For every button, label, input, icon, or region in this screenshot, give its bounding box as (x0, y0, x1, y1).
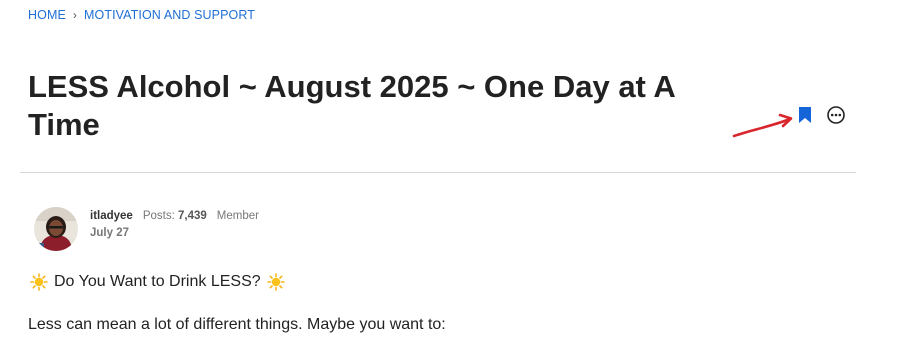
sun-icon (30, 273, 48, 291)
posts-count: 7,439 (178, 210, 207, 222)
breadcrumb-home-link[interactable]: HOME (28, 8, 66, 22)
posts-label: Posts: (142, 210, 175, 222)
post-meta: itladyee Posts: 7,439 Member July 27 (90, 210, 259, 239)
author-post-count: Posts: 7,439 (143, 210, 207, 222)
red-arrow-annotation (732, 113, 793, 138)
discussion-page: HOME › MOTIVATION AND SUPPORT LESS Alcoh… (0, 0, 897, 344)
discussion-title: LESS Alcohol ~ August 2025 ~ One Day at … (28, 69, 675, 142)
breadcrumb-separator: › (72, 8, 78, 22)
author-role: Member (216, 210, 259, 222)
author-username[interactable]: itladyee (90, 210, 133, 222)
header-divider (20, 172, 856, 173)
post-body-line-1: Do You Want to Drink LESS? (30, 273, 285, 291)
post-body-line-1-text: Do You Want to Drink LESS? (54, 273, 261, 290)
post-body-line-2: Less can mean a lot of different things.… (28, 316, 446, 333)
bookmark-icon[interactable] (798, 106, 812, 124)
more-options-icon[interactable] (826, 105, 846, 125)
author-avatar[interactable] (34, 207, 78, 251)
post-date[interactable]: July 27 (90, 227, 259, 239)
sun-icon (266, 273, 285, 291)
breadcrumb-category-link[interactable]: MOTIVATION AND SUPPORT (84, 8, 255, 22)
breadcrumb: HOME › MOTIVATION AND SUPPORT (28, 8, 255, 22)
avatar-image (34, 207, 78, 251)
